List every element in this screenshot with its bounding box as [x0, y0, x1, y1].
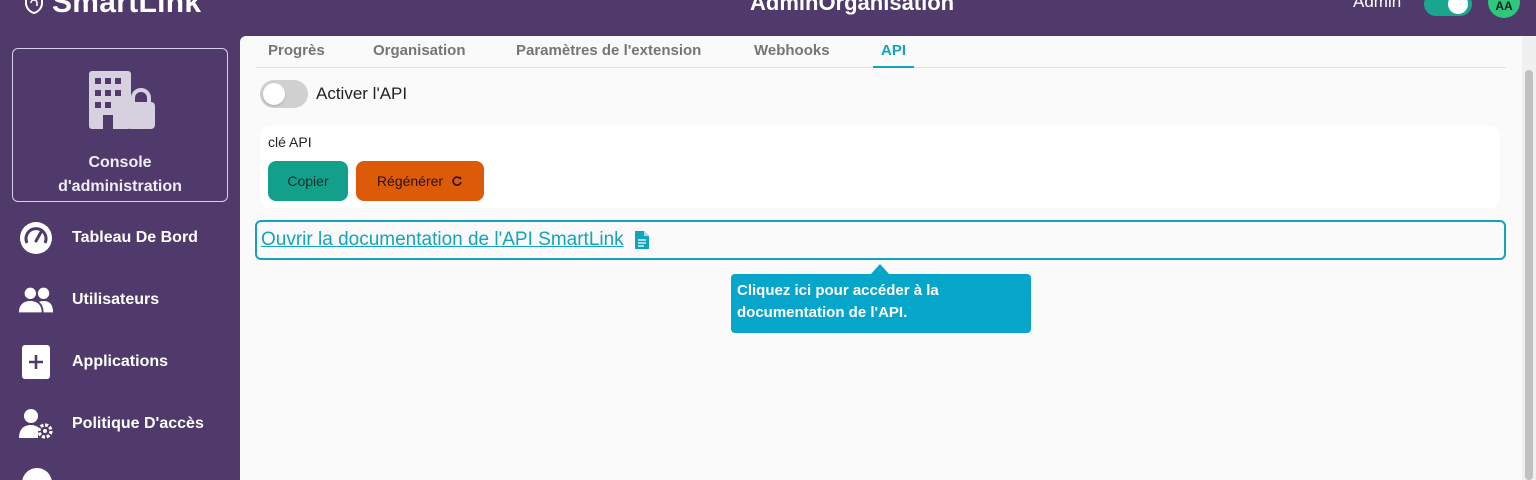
api-enable-toggle[interactable] [260, 80, 308, 108]
regenerate-button-label: Régénérer [376, 173, 444, 189]
add-app-icon [18, 344, 54, 380]
tab-extension-settings[interactable]: Paramètres de l'extension [508, 42, 709, 68]
scrollbar-thumb[interactable] [1525, 70, 1533, 480]
main-panel: Progrès Organisation Paramètres de l'ext… [240, 36, 1536, 480]
sidebar-item-label: Utilisateurs [72, 291, 160, 308]
copy-button[interactable]: Copier [268, 161, 348, 201]
sidebar-item-label: Applications [72, 353, 169, 370]
sidebar-item-partial-icon[interactable] [22, 468, 52, 480]
api-doc-link[interactable]: Ouvrir la documentation de l'API SmartLi… [261, 229, 624, 251]
refresh-icon [452, 176, 462, 186]
brand[interactable]: SmartLink [22, 0, 201, 18]
sidebar-item-label: Tableau De Bord [72, 229, 198, 246]
sidebar: Console d'administration Tableau De Bord… [0, 36, 240, 480]
brand-name: SmartLink [52, 0, 202, 19]
api-doc-link-box[interactable]: Ouvrir la documentation de l'API SmartLi… [255, 220, 1506, 260]
settings-tabs: Progrès Organisation Paramètres de l'ext… [256, 36, 1506, 68]
tab-api[interactable]: API [873, 42, 915, 68]
sidebar-item-users[interactable]: Utilisateurs [18, 280, 159, 320]
building-lock-icon [89, 71, 155, 129]
top-bar: SmartLink AdminOrganisation Admin AA [0, 0, 1536, 36]
admin-console-label: Console d'administration [58, 154, 182, 195]
sidebar-item-applications[interactable]: Applications [18, 342, 168, 382]
fingerprint-logo-icon [25, 0, 43, 15]
users-icon [18, 282, 54, 318]
tab-progres[interactable]: Progrès [260, 42, 333, 68]
scrollbar[interactable] [1522, 36, 1536, 480]
api-enable-label: Activer l'API [316, 84, 408, 103]
tab-organisation[interactable]: Organisation [365, 42, 474, 68]
api-key-card: clé API Copier Régénérer [260, 126, 1500, 208]
regenerate-button[interactable]: Régénérer [356, 161, 484, 201]
avatar[interactable]: AA [1488, 0, 1520, 18]
toggle-knob [263, 83, 285, 105]
page-title: AdminOrganisation [750, 0, 955, 15]
admin-console-card[interactable]: Console d'administration [12, 48, 228, 202]
tab-webhooks[interactable]: Webhooks [746, 42, 838, 68]
api-toggle-row: Activer l'API [260, 80, 407, 108]
sidebar-item-access-policy[interactable]: Politique D'accès [18, 404, 204, 444]
admin-mode-toggle[interactable] [1424, 0, 1472, 16]
dashboard-gauge-icon [18, 220, 54, 256]
copy-button-label: Copier [287, 173, 329, 189]
doc-tooltip: Cliquez ici pour accéder à la documentat… [731, 274, 1031, 333]
admin-mode-label: Admin [1353, 0, 1402, 11]
sidebar-item-dashboard[interactable]: Tableau De Bord [18, 218, 198, 258]
sidebar-item-label: Politique D'accès [72, 415, 204, 432]
document-icon [634, 231, 649, 249]
api-key-label: clé API [268, 134, 312, 150]
tooltip-arrow [871, 264, 889, 274]
user-gear-icon [18, 406, 54, 442]
toggle-knob [1448, 0, 1468, 14]
